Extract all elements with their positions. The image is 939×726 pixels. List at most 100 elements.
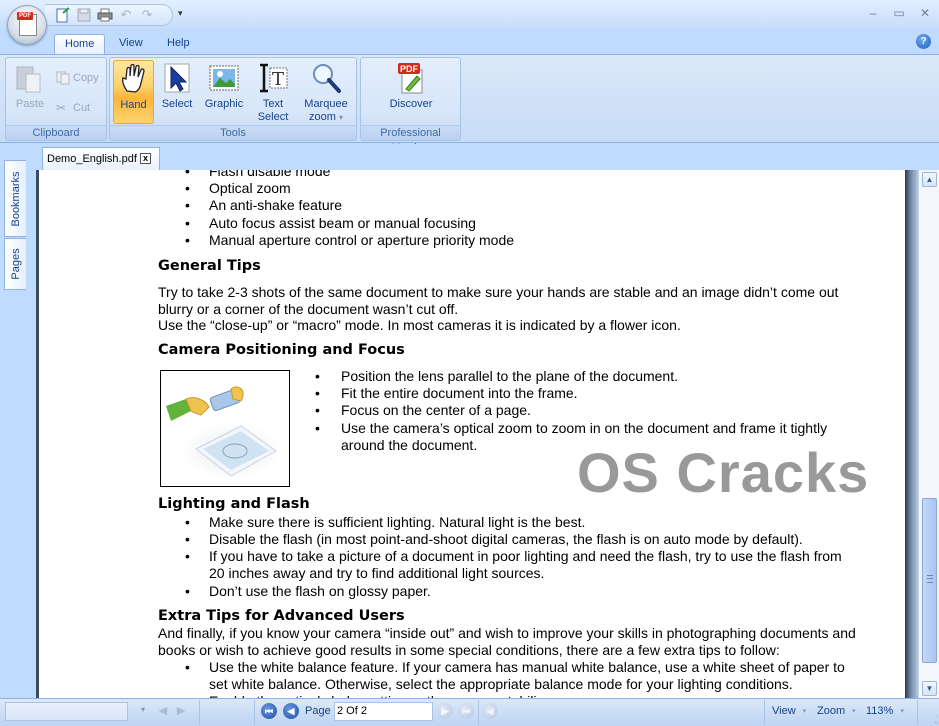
select-arrow-icon bbox=[161, 62, 193, 94]
document-tab-strip: Demo_English.pdf x bbox=[0, 144, 939, 170]
pages-label: Pages bbox=[9, 248, 22, 280]
save-icon[interactable] bbox=[76, 7, 92, 23]
section-heading: Extra Tips for Advanced Users bbox=[158, 608, 405, 624]
tab-help[interactable]: Help bbox=[157, 34, 200, 54]
qat-customize-dropdown[interactable]: ▾ bbox=[178, 8, 183, 19]
marquee-label-line2: zoom ▾ bbox=[309, 111, 343, 123]
side-panel: Bookmarks Pages bbox=[0, 160, 30, 690]
chevron-down-icon: ▾ bbox=[802, 708, 807, 715]
hand-icon bbox=[118, 63, 150, 95]
paragraph: And finally, if you know your camera “in… bbox=[158, 625, 856, 658]
graphic-label: Graphic bbox=[204, 98, 244, 110]
minimize-button[interactable]: – bbox=[867, 6, 879, 20]
search-dropdown-icon[interactable]: ▾ bbox=[141, 705, 145, 714]
separator bbox=[917, 700, 918, 725]
bookmarks-tab[interactable]: Bookmarks bbox=[4, 160, 26, 237]
copy-label: Copy bbox=[73, 72, 99, 84]
scroll-down-button[interactable]: ▼ bbox=[922, 681, 937, 696]
paragraph: Use the “close-up” or “macro” mode. In m… bbox=[158, 317, 681, 333]
cut-icon: ✂ bbox=[56, 101, 67, 115]
scroll-thumb[interactable] bbox=[922, 498, 937, 663]
discover-button[interactable]: PDF Discover bbox=[385, 60, 437, 124]
tab-view[interactable]: View bbox=[109, 34, 153, 54]
undo-icon[interactable]: ↶ bbox=[118, 7, 134, 23]
print-icon[interactable] bbox=[97, 7, 113, 23]
watermark-text: OS Cracks bbox=[577, 441, 870, 504]
cut-label: Cut bbox=[73, 102, 91, 114]
scroll-up-button[interactable]: ▲ bbox=[922, 172, 937, 187]
separator bbox=[199, 700, 200, 725]
chevron-down-icon: ▾ bbox=[852, 708, 856, 715]
clipboard-group-label: Clipboard bbox=[6, 125, 106, 140]
page-number-input[interactable]: 2 Of 2 bbox=[334, 702, 433, 721]
tools-group-label: Tools bbox=[110, 125, 356, 140]
section-heading: Camera Positioning and Focus bbox=[158, 342, 405, 358]
redo-icon[interactable]: ↷ bbox=[139, 7, 155, 23]
page-shadow-edge bbox=[905, 170, 918, 698]
paste-button[interactable]: Paste bbox=[10, 60, 50, 124]
list-item: If you have to take a picture of a docum… bbox=[209, 548, 842, 581]
bookmarks-label: Bookmarks bbox=[9, 170, 22, 227]
hand-tool-button[interactable]: Hand bbox=[113, 60, 154, 124]
text-select-label-line1: Text bbox=[262, 98, 284, 110]
tools-group: Hand Select Graphic T Text Select Marque… bbox=[109, 57, 357, 141]
tab-home[interactable]: Home bbox=[54, 34, 106, 54]
list-item: Optical zoom bbox=[209, 180, 291, 196]
section-heading: General Tips bbox=[158, 258, 261, 274]
chevron-down-icon: ▾ bbox=[900, 708, 904, 715]
grip-icon bbox=[927, 575, 933, 583]
back-view-button[interactable]: ◀ bbox=[482, 703, 498, 719]
list-item: Disable the flash (in most point-and-sho… bbox=[209, 531, 803, 547]
section-heading: Lighting and Flash bbox=[158, 496, 310, 512]
search-previous-button[interactable]: ◀ bbox=[156, 703, 170, 719]
close-button[interactable]: ✕ bbox=[919, 6, 931, 20]
professional-group-label: Professional Version bbox=[361, 125, 460, 154]
document-tab-filename: Demo_English.pdf bbox=[47, 153, 137, 165]
ribbon: Paste Copy ✂ Cut Clipboard Hand Select G… bbox=[0, 54, 939, 154]
last-page-button[interactable]: ⏭ bbox=[458, 703, 474, 719]
document-viewer[interactable]: • Flash disable mode • Optical zoom • An an… bbox=[36, 170, 918, 698]
cut-button[interactable]: ✂ Cut bbox=[56, 101, 90, 115]
graphic-tool-button[interactable]: Graphic bbox=[203, 60, 245, 124]
zoom-level-dropdown[interactable]: 113% ▾ bbox=[866, 705, 904, 717]
list-item: Fit the entire document into the frame. bbox=[341, 385, 578, 401]
hand-label: Hand bbox=[120, 99, 147, 111]
pdf-logo: PDF bbox=[17, 12, 33, 20]
quick-access-toolbar: ↶ ↷ bbox=[45, 4, 173, 26]
vertical-scrollbar[interactable]: ▲ ▼ bbox=[918, 170, 939, 698]
pdf-edit-icon: PDF bbox=[395, 62, 427, 94]
maximize-button[interactable]: ▭ bbox=[893, 6, 905, 20]
copy-button[interactable]: Copy bbox=[56, 71, 99, 85]
document-tab[interactable]: Demo_English.pdf x bbox=[42, 147, 160, 170]
list-item: Don’t use the flash on glossy paper. bbox=[209, 583, 431, 599]
separator bbox=[764, 700, 765, 725]
text-cursor-icon: T bbox=[257, 62, 289, 94]
view-menu-button[interactable]: View ▾ bbox=[772, 705, 806, 717]
search-next-button[interactable]: ▶ bbox=[174, 703, 188, 719]
text-select-tool-button[interactable]: T Text Select bbox=[253, 60, 293, 124]
next-page-button[interactable]: ▶ bbox=[437, 703, 453, 719]
status-bar: ▾ ◀ ▶ ⏮ ◀ Page 2 Of 2 ▶ ⏭ ◀ View ▾ Zoom ▾ … bbox=[0, 698, 939, 726]
application-menu-button[interactable]: PDF bbox=[7, 5, 47, 45]
resize-grip-icon[interactable]: ...... bbox=[925, 711, 938, 726]
graphic-image-icon bbox=[208, 62, 240, 94]
zoom-menu-button[interactable]: Zoom ▾ bbox=[817, 705, 856, 717]
first-page-button[interactable]: ⏮ bbox=[261, 703, 277, 719]
list-item: Flash disable mode bbox=[209, 170, 331, 179]
list-item: Focus on the center of a page. bbox=[341, 402, 531, 418]
list-item: An anti-shake feature bbox=[209, 197, 343, 213]
search-input[interactable] bbox=[5, 702, 128, 721]
page-label: Page bbox=[305, 705, 331, 717]
pages-tab[interactable]: Pages bbox=[4, 238, 26, 290]
separator bbox=[254, 700, 255, 725]
previous-page-button[interactable]: ◀ bbox=[283, 703, 299, 719]
close-tab-icon[interactable]: x bbox=[140, 153, 151, 164]
list-item: Auto focus assist beam or manual focusin… bbox=[209, 215, 476, 231]
new-document-icon[interactable] bbox=[55, 7, 71, 23]
select-tool-button[interactable]: Select bbox=[157, 60, 197, 124]
marquee-zoom-button[interactable]: Marquee zoom ▾ bbox=[300, 60, 352, 124]
help-icon[interactable]: ? bbox=[916, 34, 931, 49]
list-item: Position the lens parallel to the plane … bbox=[341, 368, 678, 384]
copy-icon bbox=[56, 71, 70, 85]
list-item: Manual aperture control or aperture prio… bbox=[209, 232, 515, 248]
